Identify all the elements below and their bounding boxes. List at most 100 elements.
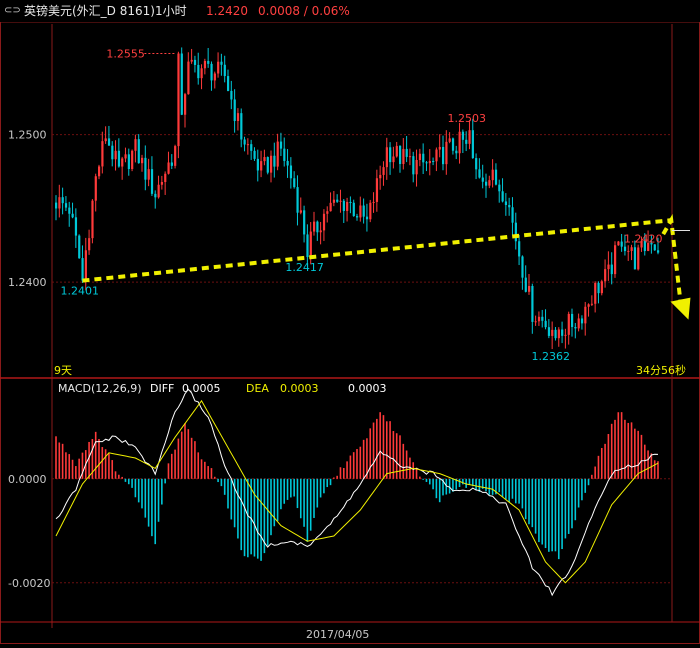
candle-body (184, 94, 187, 115)
candle-body (68, 207, 71, 214)
candle-body (508, 205, 511, 208)
candle-body (203, 60, 207, 69)
candle-body (518, 241, 521, 257)
candle-body (150, 169, 154, 194)
y-tick-label: 1.2500 (8, 129, 47, 142)
candle-body (157, 184, 160, 198)
candle-body (554, 329, 557, 339)
candle-body (620, 241, 623, 247)
candle-body (256, 158, 259, 171)
candle-body (574, 326, 577, 329)
candle-body (580, 318, 584, 324)
candle-body (630, 247, 633, 251)
candle-body (461, 131, 465, 140)
diff-value: 0.0005 (182, 382, 221, 395)
candle-body (471, 130, 474, 159)
candle-body (584, 306, 587, 324)
candle-body (180, 53, 183, 115)
candle-body (127, 154, 130, 169)
candle-body (372, 201, 375, 203)
candle-body (58, 197, 61, 209)
candle-body (81, 258, 84, 281)
candle-body (61, 197, 64, 204)
candle-body (289, 165, 293, 179)
candle-body (197, 64, 200, 79)
candle-body (349, 201, 352, 203)
candle-body (488, 180, 491, 186)
candle-body (498, 184, 501, 192)
candle-body (614, 245, 617, 275)
candle-body (375, 178, 379, 202)
candle-body (299, 210, 302, 213)
candle-body (84, 250, 87, 281)
dea-value: 0.0003 (280, 382, 319, 395)
candle-body (448, 138, 451, 142)
candle-body (167, 162, 170, 174)
candle-body (200, 68, 203, 79)
instrument-name: 英镑美元(外汇_D 8161)1小时 (24, 4, 187, 18)
candle-body (147, 169, 150, 180)
candle-body (187, 61, 190, 95)
candle-body (425, 162, 428, 164)
candle-body (475, 158, 478, 170)
candle-body (217, 61, 220, 74)
candle-body (478, 169, 481, 178)
annotation-low1: 1.2401 (60, 285, 99, 298)
candle-body (170, 162, 173, 166)
candle-body (468, 130, 471, 144)
candle-body (610, 264, 613, 275)
candle-body (306, 234, 309, 258)
candle-body (395, 145, 398, 157)
price-change: 0.0008 / 0.06% (258, 4, 350, 18)
candle-body (316, 221, 319, 233)
candle-body (594, 282, 597, 304)
candle-body (227, 76, 230, 91)
period-label: 9天 (54, 364, 72, 377)
y-tick-label: -0.0020 (8, 577, 50, 590)
candle-body (412, 156, 415, 175)
candle-body (137, 139, 140, 164)
candle-body (557, 329, 560, 339)
candle-body (627, 250, 630, 252)
candle-body (233, 99, 236, 122)
countdown-timer: 34分56秒 (636, 363, 686, 377)
candle-body (408, 156, 412, 158)
candle-body (190, 59, 193, 62)
annotation-last: 1.2420 (624, 233, 663, 246)
candle-body (174, 146, 177, 166)
candle-body (303, 210, 306, 235)
candle-body (607, 264, 610, 270)
candle-body (91, 200, 94, 239)
candle-body (144, 157, 147, 180)
candle-body (286, 160, 289, 166)
candle-body (250, 144, 253, 151)
candle-body (415, 159, 418, 175)
candle-body (501, 191, 504, 202)
candle-body (121, 158, 124, 167)
chart-canvas[interactable]: 1.2555 1.2503 1.2401 1.2417 1.2362 1.242… (0, 0, 700, 644)
candle-body (494, 169, 498, 185)
macd-value: 0.0003 (348, 382, 387, 395)
candle-body (243, 139, 246, 145)
candle-body (220, 61, 223, 65)
candle-body (567, 313, 570, 335)
candle-body (385, 147, 388, 168)
y-tick-label: 1.2400 (8, 276, 47, 289)
annotation-high: 1.2555 (106, 48, 145, 61)
candle-body (326, 211, 329, 214)
candle-body (365, 216, 369, 220)
candle-body (534, 321, 537, 323)
candle-body (293, 178, 296, 188)
link-icon[interactable]: ⊂⊃ (4, 6, 21, 16)
candle-body (240, 113, 243, 140)
candle-body (160, 181, 164, 185)
candle-body (210, 63, 213, 81)
candle-body (266, 157, 269, 173)
candle-body (296, 187, 299, 213)
candle-body (369, 202, 372, 220)
candle-body (313, 221, 316, 232)
candle-body (402, 148, 405, 164)
candle-body (339, 200, 342, 202)
candle-body (107, 138, 111, 146)
candle-body (389, 147, 392, 163)
